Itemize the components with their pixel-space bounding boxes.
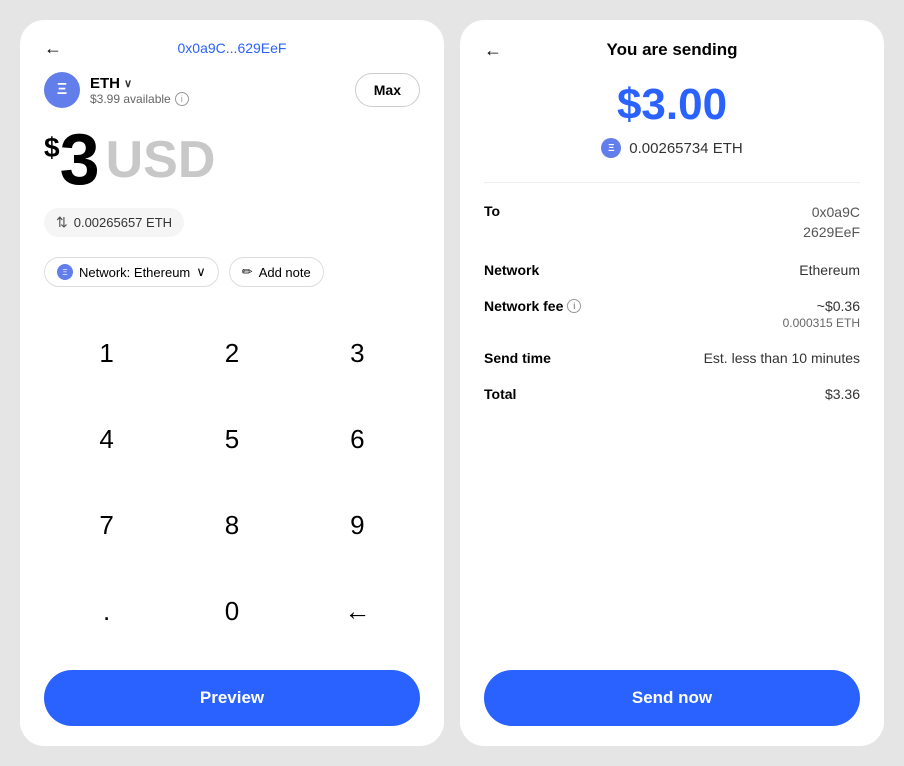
fee-eth-value: 0.000315 ETH: [783, 316, 860, 330]
right-panel-title: You are sending: [607, 40, 738, 60]
eth-equivalent-value: 0.00265657 ETH: [74, 215, 172, 230]
divider: [484, 182, 860, 183]
max-button[interactable]: Max: [355, 73, 420, 107]
network-row: Ξ Network: Ethereum ∨ ✏ Add note: [44, 257, 420, 287]
fee-info-icon[interactable]: i: [567, 299, 581, 313]
numpad-key-dot[interactable]: .: [44, 568, 169, 654]
to-row: To 0x0a9C 2629EeF: [484, 203, 860, 242]
pencil-icon: ✏: [242, 264, 253, 280]
to-label: To: [484, 203, 500, 219]
amount-display: $ 3 USD: [44, 124, 420, 196]
numpad-key-backspace[interactable]: ←: [295, 568, 420, 654]
wallet-address: 0x0a9C...629EeF: [178, 40, 287, 56]
add-note-label: Add note: [259, 265, 311, 280]
right-back-button[interactable]: ←: [484, 40, 502, 61]
to-address: 0x0a9C 2629EeF: [803, 203, 860, 242]
network-detail-value: Ethereum: [799, 262, 860, 278]
numpad-key-8[interactable]: 8: [169, 483, 294, 569]
fee-value: ~$0.36: [783, 298, 860, 314]
send-time-label: Send time: [484, 350, 551, 366]
add-note-button[interactable]: ✏ Add note: [229, 257, 324, 287]
send-amount-display: $3.00: [484, 80, 860, 130]
token-details: ETH ∨ $3.99 available i: [90, 75, 189, 106]
right-panel: ← You are sending $3.00 Ξ 0.00265734 ETH…: [460, 20, 884, 746]
eth-equivalent-row[interactable]: ⇅ 0.00265657 ETH: [44, 208, 184, 237]
total-label: Total: [484, 386, 516, 402]
numpad-key-2[interactable]: 2: [169, 311, 294, 397]
network-chevron: ∨: [196, 264, 206, 280]
numpad-key-3[interactable]: 3: [295, 311, 420, 397]
left-header: ← 0x0a9C...629EeF: [44, 40, 420, 56]
numpad-key-7[interactable]: 7: [44, 483, 169, 569]
numpad: 1 2 3 4 5 6 7 8 9 . 0 ←: [44, 311, 420, 654]
numpad-key-4[interactable]: 4: [44, 397, 169, 483]
preview-button[interactable]: Preview: [44, 670, 420, 726]
send-now-button[interactable]: Send now: [484, 670, 860, 726]
send-time-row: Send time Est. less than 10 minutes: [484, 350, 860, 366]
right-eth-equivalent: Ξ 0.00265734 ETH: [484, 138, 860, 158]
send-time-value: Est. less than 10 minutes: [704, 350, 860, 366]
token-info: Ξ ETH ∨ $3.99 available i: [44, 72, 189, 108]
amount-currency: USD: [106, 134, 216, 186]
network-detail-label: Network: [484, 262, 539, 278]
fee-label: Network fee: [484, 298, 563, 314]
right-header: ← You are sending: [484, 40, 860, 60]
network-detail-row: Network Ethereum: [484, 262, 860, 278]
token-name-label: ETH: [90, 75, 120, 92]
amount-number: 3: [60, 124, 100, 196]
dollar-sign: $: [44, 132, 60, 164]
token-name-row[interactable]: ETH ∨: [90, 75, 189, 92]
right-eth-icon: Ξ: [601, 138, 621, 158]
right-eth-value: 0.00265734 ETH: [629, 140, 742, 157]
fee-row: Network fee i ~$0.36 0.000315 ETH: [484, 298, 860, 330]
total-value: $3.36: [825, 386, 860, 402]
network-selector[interactable]: Ξ Network: Ethereum ∨: [44, 257, 219, 287]
eth-icon: Ξ: [44, 72, 80, 108]
fee-value-group: ~$0.36 0.000315 ETH: [783, 298, 860, 330]
left-panel: ← 0x0a9C...629EeF Ξ ETH ∨ $3.99 availabl…: [20, 20, 444, 746]
swap-icon: ⇅: [56, 214, 68, 231]
token-row: Ξ ETH ∨ $3.99 available i Max: [44, 72, 420, 108]
numpad-key-0[interactable]: 0: [169, 568, 294, 654]
fee-label-group: Network fee i: [484, 298, 581, 314]
numpad-key-9[interactable]: 9: [295, 483, 420, 569]
numpad-key-6[interactable]: 6: [295, 397, 420, 483]
numpad-key-5[interactable]: 5: [169, 397, 294, 483]
token-dropdown-icon: ∨: [124, 77, 132, 90]
token-balance: $3.99 available i: [90, 92, 189, 106]
balance-info-icon[interactable]: i: [175, 92, 189, 106]
numpad-key-1[interactable]: 1: [44, 311, 169, 397]
total-row: Total $3.36: [484, 386, 860, 402]
network-label: Network: Ethereum: [79, 265, 190, 280]
left-back-button[interactable]: ←: [44, 38, 62, 59]
network-eth-icon: Ξ: [57, 264, 73, 280]
